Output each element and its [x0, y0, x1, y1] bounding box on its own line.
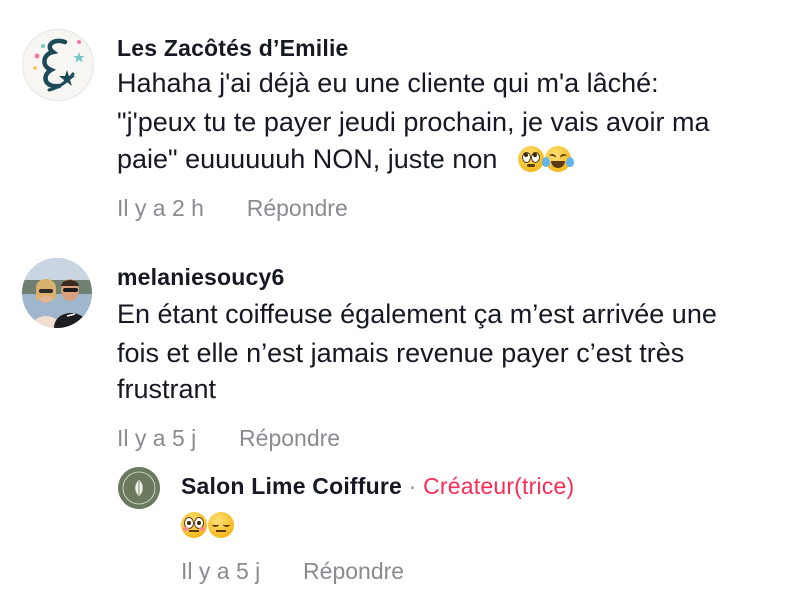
- avatar[interactable]: [22, 258, 92, 328]
- comment-text-line: fois et elle n’est jamais revenue payer …: [117, 338, 685, 368]
- comment-text-line-last: paie" euuuuuuh NON, juste non: [117, 141, 575, 178]
- les-zacotes-logo-icon: [24, 31, 92, 99]
- avatar[interactable]: [22, 29, 94, 101]
- comment-timestamp: Il y a 2 h: [117, 195, 204, 221]
- reply-author[interactable]: Salon Lime Coiffure: [181, 473, 402, 499]
- salon-lime-logo-icon: [118, 467, 160, 509]
- rolling-eyes-emoji-icon: [518, 146, 545, 172]
- reply-text: [181, 507, 235, 544]
- comment-text-line: paie" euuuuuuh NON, juste non: [117, 144, 498, 174]
- flushed-face-emoji-icon: [181, 512, 207, 538]
- comment-timestamp: Il y a 5 j: [117, 425, 197, 451]
- comment-text-line: En étant coiffeuse également ça m’est ar…: [117, 299, 717, 329]
- reply-timestamp: Il y a 5 j: [181, 558, 261, 584]
- reply-button[interactable]: Répondre: [247, 195, 348, 221]
- separator-dot: ·: [408, 473, 417, 499]
- pensive-face-emoji-icon: [208, 512, 234, 538]
- comment-author[interactable]: Les Zacôtés d’Emilie: [117, 35, 349, 62]
- comment-meta: Il y a 5 j Répondre: [117, 425, 340, 452]
- comment-text-line: "j'peux tu te payer jeudi prochain, je v…: [117, 107, 710, 137]
- user-photo-icon: [22, 258, 92, 328]
- comment-text-line: Hahaha j'ai déjà eu une cliente qui m'a …: [117, 68, 659, 98]
- creator-badge: Créateur(trice): [423, 473, 575, 499]
- reply-button[interactable]: Répondre: [303, 558, 404, 584]
- comment-meta: Il y a 2 h Répondre: [117, 195, 348, 222]
- reply-button[interactable]: Répondre: [239, 425, 340, 451]
- comment-author[interactable]: melaniesoucy6: [117, 264, 285, 291]
- comment-text-line: frustrant: [117, 374, 217, 404]
- reply-author-line: Salon Lime Coiffure · Créateur(trice): [181, 473, 574, 500]
- reply-meta: Il y a 5 j Répondre: [181, 558, 404, 585]
- avatar[interactable]: [118, 467, 160, 509]
- tears-of-joy-emoji-icon: [542, 146, 575, 172]
